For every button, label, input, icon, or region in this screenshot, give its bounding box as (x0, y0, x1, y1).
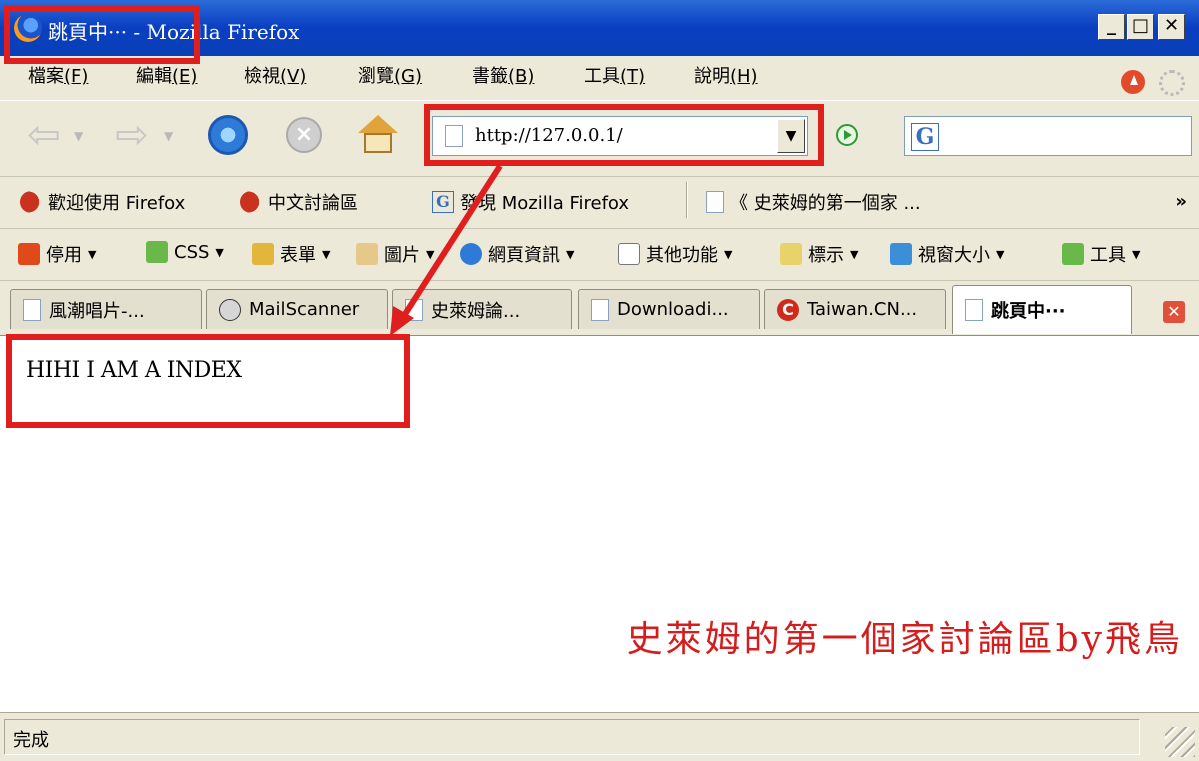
misc-icon (618, 243, 640, 265)
tab-item[interactable]: Downloadi... (578, 289, 760, 329)
annotation-box-content (6, 334, 410, 428)
menu-file[interactable]: 檔案(F) (28, 62, 88, 88)
minimize-button[interactable]: _ (1098, 14, 1125, 40)
devbar-disable[interactable]: 停用 ▼ (18, 241, 96, 267)
menu-view[interactable]: 檢視(V) (244, 62, 306, 88)
tab-item-active[interactable]: 跳頁中··· (952, 285, 1132, 334)
maximize-button[interactable]: □ (1127, 14, 1154, 40)
mailscanner-icon (219, 298, 241, 321)
close-button[interactable]: ✕ (1158, 14, 1185, 40)
google-icon: G (432, 191, 454, 213)
disable-icon (18, 243, 40, 265)
annotation-box-title (4, 6, 200, 64)
bookmarks-overflow-button[interactable]: » (1175, 191, 1187, 212)
c-logo-icon: C (777, 298, 799, 321)
forward-arrow-icon: ⇨ (115, 112, 149, 158)
forward-dropdown-icon[interactable]: ▼ (164, 129, 173, 143)
devbar-tools[interactable]: 工具 ▼ (1062, 241, 1140, 267)
search-engine-icon[interactable]: G (911, 123, 939, 151)
devbar-misc[interactable]: 其他功能 ▼ (618, 241, 732, 267)
tools-icon (1062, 243, 1084, 265)
page-icon (23, 298, 41, 321)
css-icon (146, 241, 168, 263)
stop-icon: × (286, 117, 322, 153)
close-tab-icon[interactable]: ✕ (1163, 301, 1185, 323)
menu-help[interactable]: 說明(H) (694, 62, 758, 88)
bookmark-item[interactable]: 歡迎使用 Firefox (20, 189, 185, 215)
status-bar: 完成 (0, 712, 1199, 761)
annotation-box-url (424, 104, 824, 166)
tab-item[interactable]: MailScanner (206, 289, 388, 329)
web-developer-toolbar: 停用 ▼ CSS ▼ 表單 ▼ 圖片 ▼ 網頁資訊 ▼ 其他功能 ▼ 標示 ▼ 視窗大小 ▼ 工… (0, 228, 1199, 278)
menu-tools[interactable]: 工具(T) (584, 62, 645, 88)
tab-item[interactable]: 風潮唱片-... (10, 289, 202, 329)
menu-go[interactable]: 瀏覽(G) (358, 62, 422, 88)
resize-icon (890, 243, 912, 265)
throbber-icon (1159, 70, 1185, 96)
page-icon (706, 191, 724, 213)
go-button[interactable] (836, 124, 858, 146)
bookmark-separator (686, 182, 688, 218)
outline-icon (780, 243, 802, 265)
devbar-info[interactable]: 網頁資訊 ▼ (460, 241, 574, 267)
search-input[interactable]: G (904, 116, 1192, 156)
tab-item[interactable]: C Taiwan.CN... (764, 289, 946, 329)
info-icon (460, 243, 482, 265)
status-panel: 完成 (4, 719, 1140, 755)
devbar-outline[interactable]: 標示 ▼ (780, 241, 858, 267)
page-icon (405, 298, 423, 321)
forward-button[interactable]: ⇨ (110, 112, 154, 158)
devbar-images[interactable]: 圖片 ▼ (356, 241, 434, 267)
devbar-resize[interactable]: 視窗大小 ▼ (890, 241, 1004, 267)
firefox-window: 跳頁中··· - Mozilla Firefox _ □ ✕ 檔案(F) 編輯(… (0, 0, 1199, 761)
reload-button[interactable] (206, 113, 250, 157)
devbar-css[interactable]: CSS ▼ (146, 241, 224, 263)
update-icon[interactable] (1121, 70, 1145, 94)
reload-icon (208, 115, 248, 155)
home-icon (358, 115, 398, 155)
menu-bookmarks[interactable]: 書籤(B) (472, 62, 534, 88)
bookmark-item[interactable]: 《 史萊姆的第一個家 ... (706, 189, 921, 215)
bookmarks-toolbar: 歡迎使用 Firefox 中文討論區 G 發現 Mozilla Firefox 《… (0, 176, 1199, 226)
back-button[interactable]: ⇦ (22, 112, 66, 158)
devbar-forms[interactable]: 表單 ▼ (252, 241, 330, 267)
page-icon (591, 298, 609, 321)
resize-grip-icon[interactable] (1165, 727, 1195, 757)
images-icon (356, 243, 378, 265)
lock-icon (252, 243, 274, 265)
tab-item[interactable]: 史萊姆論... (392, 289, 572, 329)
firefox-red-icon (240, 191, 262, 213)
stop-button[interactable]: × (282, 113, 326, 157)
bookmark-item[interactable]: G 發現 Mozilla Firefox (432, 189, 629, 215)
back-arrow-icon: ⇦ (27, 112, 61, 158)
back-dropdown-icon[interactable]: ▼ (74, 129, 83, 143)
home-button[interactable] (356, 113, 400, 157)
menu-edit[interactable]: 編輯(E) (136, 62, 197, 88)
firefox-red-icon (20, 191, 42, 213)
bookmark-item[interactable]: 中文討論區 (240, 189, 358, 215)
status-text: 完成 (13, 730, 49, 751)
watermark-text: 史萊姆的第一個家討論區by飛鳥 (626, 619, 1183, 660)
tab-bar: 風潮唱片-... MailScanner 史萊姆論... Downloadi..… (0, 280, 1199, 336)
page-icon (965, 299, 983, 321)
